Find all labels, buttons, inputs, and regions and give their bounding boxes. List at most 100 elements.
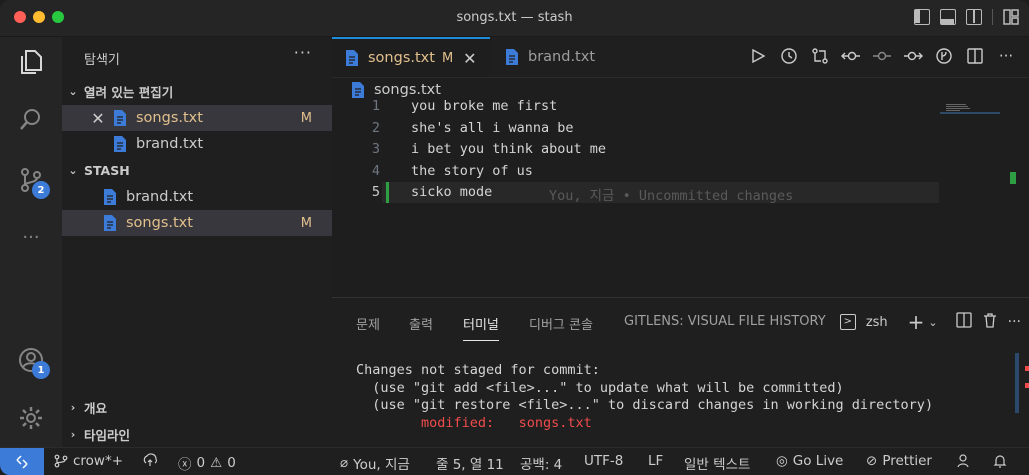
modified-label: modified: — [421, 414, 495, 431]
new-terminal-icon[interactable]: + — [908, 310, 925, 334]
text-file-icon — [506, 49, 518, 65]
minimap[interactable] — [940, 100, 1018, 300]
breadcrumb[interactable]: songs.txt — [352, 82, 441, 98]
timeline-header[interactable]: › 타임라인 — [62, 422, 332, 446]
text-file-icon — [114, 110, 126, 126]
line-number: 2 — [371, 120, 380, 136]
open-editors-header[interactable]: ⌄ 열려 있는 편집기 — [62, 79, 332, 103]
more-actions-icon[interactable]: ··· — [1008, 314, 1021, 330]
end-of-line[interactable]: LF — [648, 453, 663, 469]
layout-divider — [992, 9, 993, 25]
more-actions-icon[interactable]: ··· — [995, 45, 1017, 67]
tab-brand[interactable]: brand.txt — [490, 37, 620, 77]
scrollbar-change-marker — [1010, 172, 1016, 184]
history-icon[interactable] — [778, 45, 800, 67]
terminal-line: Changes not staged for commit: — [356, 362, 600, 378]
tab-modified-badge: M — [441, 50, 454, 66]
split-terminal-icon[interactable] — [955, 312, 972, 332]
prettier-button[interactable]: ⊘ Prettier — [866, 453, 932, 469]
compare-changes-icon[interactable] — [809, 45, 831, 67]
chevron-right-icon: › — [70, 400, 76, 414]
explorer-icon[interactable] — [0, 37, 62, 87]
scrollbar-error-marker — [1025, 383, 1029, 388]
close-tab-icon[interactable]: ✕ — [463, 49, 476, 68]
trash-icon[interactable] — [982, 312, 998, 332]
file-tree-item[interactable]: brand.txt — [62, 184, 332, 210]
terminal-shell-label[interactable]: zsh — [866, 315, 888, 330]
text-file-icon — [104, 189, 116, 205]
error-count: 0 — [196, 455, 206, 471]
blame-indicator[interactable]: ⌀ You, 지금 — [340, 453, 410, 473]
gitlens-icon[interactable] — [933, 45, 955, 67]
tab-problems[interactable]: 문제 — [356, 314, 380, 333]
accounts-icon[interactable]: 1 — [0, 335, 62, 385]
prettier-icon: ⊘ — [866, 453, 878, 469]
customize-layout-icon[interactable] — [1003, 9, 1019, 25]
search-icon[interactable] — [0, 95, 62, 145]
text-file-icon — [346, 50, 358, 66]
terminal-modified-line: modified: songs.txt — [356, 415, 933, 433]
indentation[interactable]: 공백: 4 — [520, 453, 562, 473]
commit-icon: ⌀ — [340, 455, 349, 471]
encoding[interactable]: UTF-8 — [584, 453, 623, 469]
run-icon[interactable] — [747, 45, 769, 67]
toggle-secondary-sidebar-icon[interactable] — [966, 9, 982, 25]
remote-indicator[interactable] — [0, 448, 44, 475]
split-editor-icon[interactable] — [964, 45, 986, 67]
text-file-icon — [104, 215, 116, 231]
language-mode[interactable]: 일반 텍스트 — [684, 453, 750, 473]
problems-indicator[interactable]: ⓧ 0 ⚠ 0 — [178, 453, 236, 473]
outline-header[interactable]: › 개요 — [62, 395, 332, 419]
tab-label: brand.txt — [528, 49, 596, 65]
tab-gitlens-history[interactable]: GITLENS: VISUAL FILE HISTORY — [624, 314, 826, 329]
tab-terminal[interactable]: 터미널 — [463, 314, 499, 341]
line-number: 5 — [371, 184, 380, 200]
go-live-label: Go Live — [792, 453, 844, 469]
chevron-down-icon: ⌄ — [68, 163, 78, 177]
tab-songs[interactable]: songs.txt M ✕ — [332, 37, 490, 77]
code-line: sicko mode — [411, 184, 493, 200]
toggle-primary-sidebar-icon[interactable] — [914, 9, 930, 25]
settings-gear-icon[interactable] — [0, 393, 62, 443]
cursor-position[interactable]: 줄 5, 열 11 — [436, 453, 504, 473]
modified-badge: M — [300, 110, 312, 126]
more-views-icon[interactable]: ··· — [0, 212, 62, 262]
notifications-bell-icon[interactable] — [992, 453, 1008, 469]
modified-file: songs.txt — [518, 414, 592, 431]
close-editor-icon[interactable]: ✕ — [88, 109, 108, 128]
commit-previous-icon[interactable] — [840, 45, 862, 67]
source-control-icon[interactable]: 2 — [0, 155, 62, 205]
added-line-gutter-marker — [386, 182, 389, 203]
line-number: 4 — [371, 163, 380, 179]
file-tree-name: songs.txt — [126, 215, 193, 231]
workspace-header[interactable]: ⌄ STASH — [62, 158, 332, 182]
sync-icon[interactable] — [142, 453, 158, 467]
open-editor-item[interactable]: ✕ songs.txt M — [62, 105, 332, 131]
explorer-sidebar: 탐색기 ··· ⌄ 열려 있는 편집기 ✕ songs.txt M brand.… — [62, 37, 332, 447]
tab-debug-console[interactable]: 디버그 콘솔 — [529, 314, 593, 333]
go-live-button[interactable]: ◎ Go Live — [776, 453, 843, 469]
scm-badge: 2 — [32, 181, 50, 199]
sidebar-more-icon[interactable]: ··· — [294, 43, 312, 62]
inline-blame-annotation: You, 지금 • Uncommitted changes — [549, 188, 794, 204]
code-editor[interactable]: 1 you broke me first 2 she's all i wanna… — [332, 98, 1029, 298]
chevron-down-icon: ⌄ — [68, 84, 78, 98]
accounts-status-icon[interactable] — [956, 453, 972, 469]
toggle-panel-icon[interactable] — [940, 9, 956, 25]
editor-tabs: songs.txt M ✕ brand.txt ··· — [332, 37, 1029, 78]
commit-icon[interactable] — [871, 45, 893, 67]
file-tree-item[interactable]: songs.txt M — [62, 210, 332, 236]
open-editor-item[interactable]: brand.txt — [62, 131, 332, 157]
terminal-output[interactable]: Changes not staged for commit: (use "git… — [356, 362, 933, 432]
terminal-scrollbar[interactable] — [1015, 353, 1019, 413]
line-number: 3 — [371, 141, 380, 157]
tab-output[interactable]: 출력 — [409, 314, 433, 333]
code-line: the story of us — [411, 163, 533, 179]
chevron-down-icon[interactable]: ⌄ — [928, 316, 937, 329]
commit-next-icon[interactable] — [902, 45, 924, 67]
error-icon: ⓧ — [178, 457, 192, 473]
branch-indicator[interactable]: crow*+ — [54, 453, 123, 469]
terminal-line: (use "git add <file>..." to update what … — [356, 379, 844, 396]
modified-badge: M — [300, 215, 312, 231]
panel-toolbar: > zsh + ⌄ ··· — [839, 310, 1021, 334]
